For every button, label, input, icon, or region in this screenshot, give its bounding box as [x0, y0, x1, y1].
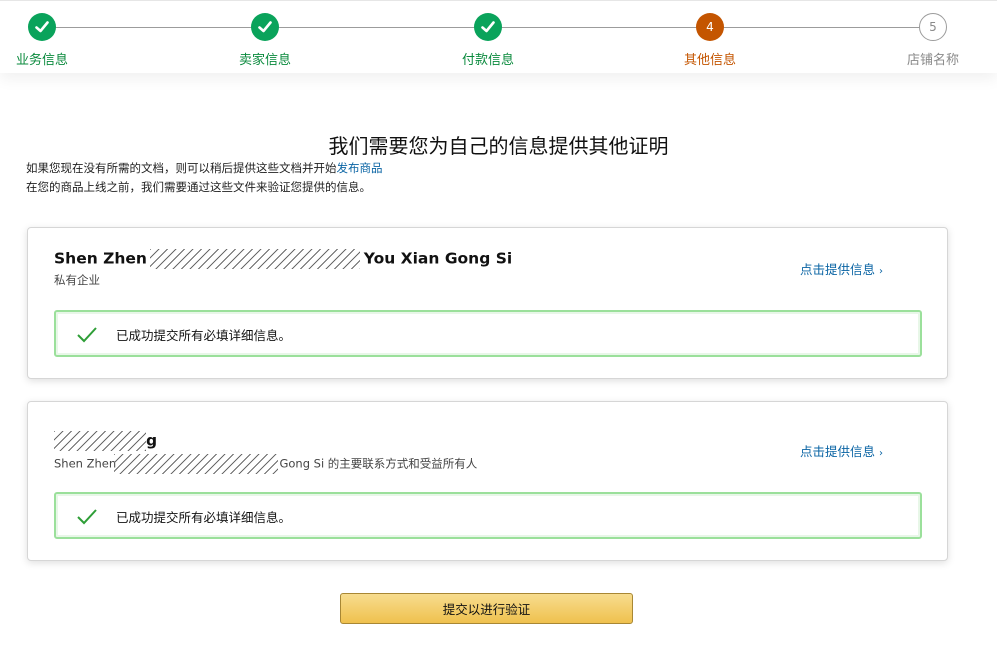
provide-info-link[interactable]: 点击提供信息 ›	[800, 259, 883, 278]
business-name-start: Shen Zhen	[54, 249, 147, 268]
redacted-text	[113, 454, 278, 474]
business-name-end: You Xian Gong Si	[363, 249, 513, 268]
success-banner: 已成功提交所有必填详细信息。	[54, 310, 922, 357]
publish-products-link[interactable]: 发布商品	[337, 161, 383, 175]
step-check-icon	[474, 13, 502, 41]
step-check-icon	[251, 13, 279, 41]
chevron-right-icon: ›	[879, 448, 883, 459]
intro-line-1: 如果您现在没有所需的文档，则可以稍后提供这些文档并开始发布商品	[26, 159, 383, 178]
business-info-card: Shen Zhen You Xian Gong Si 私有企业 点击提供信息 › …	[27, 227, 948, 379]
business-name: Shen Zhen You Xian Gong Si	[54, 249, 512, 269]
step-label: 付款信息	[461, 53, 514, 68]
contact-subtitle: Shen Zhen Gong Si 的主要联系方式和受益所有人	[54, 454, 477, 474]
chevron-right-icon: ›	[879, 266, 883, 277]
person-name-end: g	[146, 431, 158, 450]
success-message: 已成功提交所有必填详细信息。	[116, 328, 292, 343]
checkmark-icon	[77, 327, 97, 343]
page-title: 我们需要您为自己的信息提供其他证明	[328, 134, 669, 158]
step-number: 5	[919, 13, 947, 41]
contact-subtitle-end: Gong Si 的主要联系方式和受益所有人	[279, 456, 478, 471]
step-label: 卖家信息	[238, 53, 291, 68]
submit-for-verification-button[interactable]: 提交以进行验证	[340, 593, 633, 624]
step-label: 业务信息	[15, 53, 68, 68]
intro-line-2: 在您的商品上线之前，我们需要通过这些文件来验证您提供的信息。	[26, 180, 371, 194]
provide-info-label[interactable]: 点击提供信息	[800, 262, 875, 277]
checkmark-icon	[77, 509, 97, 525]
progress-stepper: 业务信息 卖家信息 付款信息 4 其他信息 5 店铺名称	[0, 0, 997, 73]
provide-info-link[interactable]: 点击提供信息 ›	[800, 441, 883, 460]
step-label: 店铺名称	[906, 53, 959, 68]
contact-subtitle-start: Shen Zhen	[54, 456, 117, 471]
provide-info-label[interactable]: 点击提供信息	[800, 444, 875, 459]
step-number: 4	[696, 13, 724, 41]
person-name: g	[54, 431, 157, 451]
contact-owner-card: g Shen Zhen Gong Si 的主要联系方式和受益所有人 点击提供信息…	[27, 401, 948, 561]
intro-line-1-text: 如果您现在没有所需的文档，则可以稍后提供这些文档并开始	[26, 161, 337, 175]
step-check-icon	[28, 13, 56, 41]
business-type: 私有企业	[54, 273, 100, 287]
redacted-text	[54, 431, 146, 451]
success-banner: 已成功提交所有必填详细信息。	[54, 492, 922, 539]
redacted-text	[150, 249, 361, 269]
step-label: 其他信息	[683, 53, 736, 68]
intro-text: 如果您现在没有所需的文档，则可以稍后提供这些文档并开始发布商品 在您的商品上线之…	[26, 159, 383, 197]
success-message: 已成功提交所有必填详细信息。	[116, 510, 292, 525]
